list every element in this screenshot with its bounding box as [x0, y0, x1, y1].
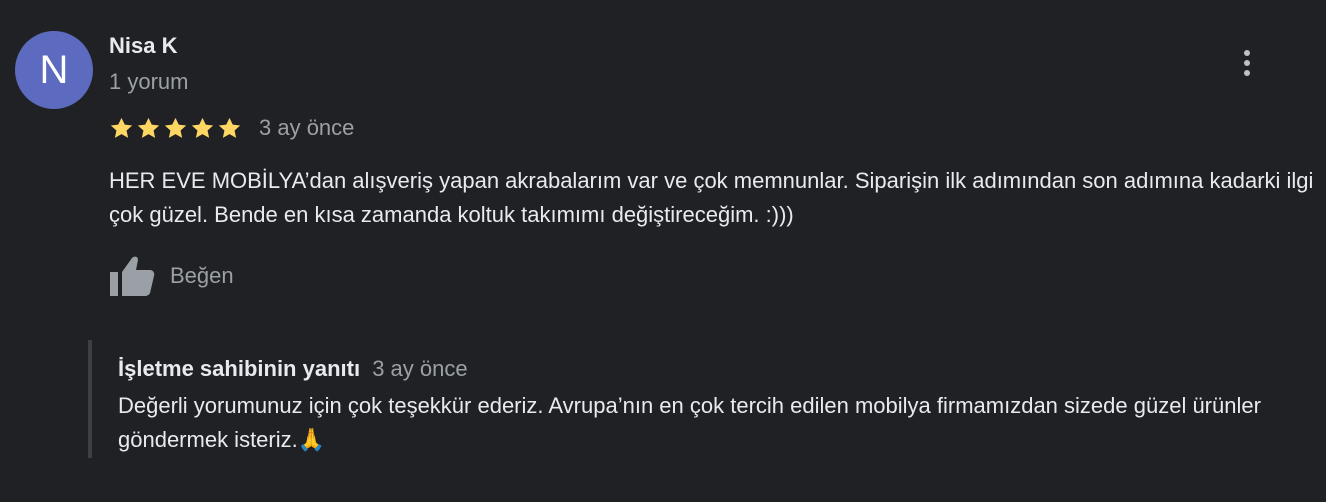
rating-row: 3 ay önce [108, 114, 354, 142]
reviewer-name[interactable]: Nisa K [109, 33, 177, 59]
star-icon [135, 115, 162, 142]
more-options-icon[interactable] [1232, 44, 1262, 82]
owner-reply-date: 3 ay önce [372, 356, 468, 381]
review-date: 3 ay önce [259, 115, 355, 140]
owner-reply: İşletme sahibinin yanıtı 3 ay önce Değer… [88, 340, 1324, 458]
like-label: Beğen [170, 263, 234, 288]
thumbs-up-icon [108, 254, 156, 298]
star-icon [189, 115, 216, 142]
owner-reply-title: İşletme sahibinin yanıtı [118, 356, 361, 381]
review-count[interactable]: 1 yorum [109, 69, 188, 95]
star-icon [216, 115, 243, 142]
review-text: HER EVE MOBİLYA’dan alışveriş yapan akra… [109, 168, 1314, 227]
owner-reply-text: Değerli yorumunuz için çok teşekkür eder… [118, 393, 1261, 452]
star-rating [108, 115, 243, 142]
avatar[interactable]: N [15, 31, 93, 109]
star-icon [108, 115, 135, 142]
like-button[interactable]: Beğen [108, 254, 234, 298]
owner-reply-header: İşletme sahibinin yanıtı 3 ay önce [118, 355, 468, 383]
star-icon [162, 115, 189, 142]
